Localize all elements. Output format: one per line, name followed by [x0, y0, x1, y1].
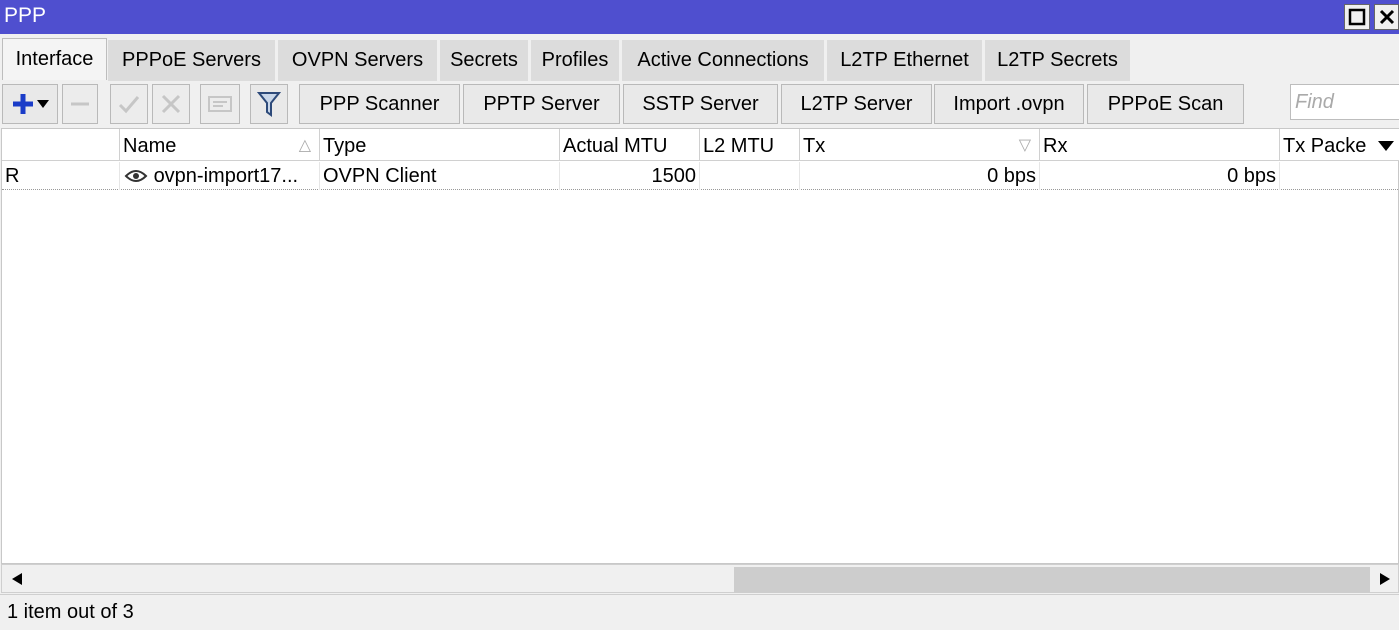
maximize-button[interactable] [1344, 4, 1370, 30]
enable-button[interactable] [110, 84, 148, 124]
remove-button[interactable] [62, 84, 98, 124]
filter-icon [257, 92, 281, 117]
filter-button[interactable] [250, 84, 288, 124]
add-button[interactable] [2, 84, 58, 124]
comment-icon [208, 96, 232, 112]
interface-table: Name △ Type Actual MTU L2 MTU Tx ▽ Rx Tx… [1, 128, 1399, 564]
tab-interface[interactable]: Interface [2, 38, 107, 80]
sort-asc-icon: △ [298, 137, 311, 154]
check-icon [118, 96, 140, 114]
tab-l2tp-secrets[interactable]: L2TP Secrets [985, 40, 1132, 81]
row-tx-packets [1280, 162, 1399, 190]
status-bar: 1 item out of 3 [0, 594, 1399, 630]
row-name: ovpn-import17... [153, 165, 299, 187]
tab-ovpn-servers[interactable]: OVPN Servers [278, 40, 439, 81]
column-header-l2-mtu[interactable]: L2 MTU [700, 129, 800, 161]
tab-pppoe-servers[interactable]: PPPoE Servers [108, 40, 277, 81]
table-header: Name △ Type Actual MTU L2 MTU Tx ▽ Rx Tx… [2, 129, 1399, 161]
column-menu-icon [1378, 141, 1394, 151]
row-type: OVPN Client [320, 162, 560, 190]
find-input[interactable] [1290, 84, 1399, 120]
sstp-server-button[interactable]: SSTP Server [623, 84, 778, 124]
maximize-icon [1348, 8, 1366, 26]
row-rx: 0 bps [1040, 162, 1280, 190]
column-header-tx-label: Tx [803, 135, 826, 157]
column-header-name-label: Name [123, 135, 177, 157]
dropdown-icon [37, 100, 49, 108]
tab-active-connections[interactable]: Active Connections [622, 40, 826, 81]
cross-icon [161, 94, 181, 114]
column-header-tx[interactable]: Tx ▽ [800, 129, 1040, 161]
pptp-server-button[interactable]: PPTP Server [463, 84, 620, 124]
row-actual-mtu: 1500 [560, 162, 700, 190]
title-bar: PPP [0, 0, 1399, 34]
tab-l2tp-ethernet[interactable]: L2TP Ethernet [827, 40, 984, 81]
column-header-tx-packets[interactable]: Tx Packe [1280, 129, 1374, 161]
pppoe-scan-button[interactable]: PPPoE Scan [1087, 84, 1244, 124]
column-header-type[interactable]: Type [320, 129, 560, 161]
eye-icon [124, 170, 148, 182]
add-icon [13, 94, 33, 114]
disable-button[interactable] [152, 84, 190, 124]
row-tx: 0 bps [800, 162, 1040, 190]
scroll-left-button[interactable] [2, 565, 32, 593]
row-name-cell: ovpn-import17... [120, 162, 320, 190]
horizontal-scrollbar[interactable] [1, 564, 1399, 593]
comment-button[interactable] [200, 84, 240, 124]
window-title: PPP [4, 4, 47, 27]
scroll-left-icon [12, 573, 22, 585]
row-flag: R [2, 162, 120, 190]
scroll-right-button[interactable] [1370, 565, 1399, 593]
tab-secrets[interactable]: Secrets [440, 40, 530, 81]
remove-icon [71, 102, 89, 106]
scroll-track[interactable] [34, 566, 1370, 593]
toolbar: PPP Scanner PPTP Server SSTP Server L2TP… [0, 82, 1399, 126]
tab-bar: Interface PPPoE Servers OVPN Servers Sec… [0, 38, 1399, 81]
column-header-rx[interactable]: Rx [1040, 129, 1280, 161]
status-text: 1 item out of 3 [7, 601, 134, 623]
close-button[interactable] [1374, 4, 1399, 30]
ppp-scanner-button[interactable]: PPP Scanner [299, 84, 460, 124]
scroll-thumb[interactable] [734, 567, 1370, 593]
table-row[interactable]: R ovpn-import17... OVPN Client 1500 0 bp… [2, 162, 1399, 190]
column-menu-button[interactable] [1374, 129, 1399, 161]
row-l2-mtu [700, 162, 800, 190]
scroll-right-icon [1380, 573, 1390, 585]
tab-profiles[interactable]: Profiles [531, 40, 621, 81]
l2tp-server-button[interactable]: L2TP Server [781, 84, 932, 124]
sort-desc-icon: ▽ [1018, 137, 1031, 154]
column-header-flags[interactable] [2, 129, 120, 161]
close-icon [1379, 9, 1394, 25]
import-ovpn-button[interactable]: Import .ovpn [934, 84, 1084, 124]
column-header-actual-mtu[interactable]: Actual MTU [560, 129, 700, 161]
column-header-name[interactable]: Name △ [120, 129, 320, 161]
